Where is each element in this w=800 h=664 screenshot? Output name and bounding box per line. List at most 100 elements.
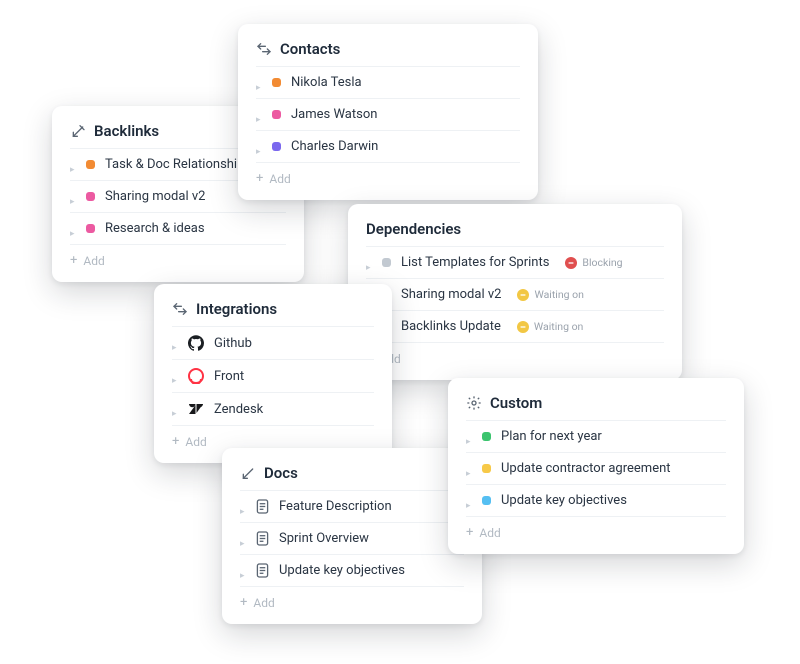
- chevron-right-icon: [366, 260, 372, 266]
- chevron-right-icon: [466, 466, 472, 472]
- item-label: Charles Darwin: [291, 139, 378, 154]
- list-item[interactable]: List Templates for Sprints Blocking: [366, 246, 664, 278]
- document-icon: [256, 563, 269, 578]
- item-label: Plan for next year: [501, 429, 602, 444]
- chevron-right-icon: [256, 112, 262, 118]
- status-marker: [86, 192, 95, 201]
- github-icon: [188, 335, 204, 351]
- add-label: Add: [185, 435, 206, 449]
- document-icon: [256, 499, 269, 514]
- backlink-icon: [70, 123, 86, 139]
- chevron-right-icon: [466, 434, 472, 440]
- list-item[interactable]: James Watson: [256, 98, 520, 130]
- card-header: Integrations: [172, 300, 374, 318]
- status-marker: [482, 496, 491, 505]
- add-label: Add: [269, 172, 290, 186]
- gear-icon: [466, 395, 482, 411]
- list-item[interactable]: Sprint Overview: [240, 522, 464, 554]
- list-item[interactable]: Nikola Tesla: [256, 66, 520, 98]
- dependency-status-label: Waiting on: [534, 320, 584, 333]
- card-title: Dependencies: [366, 220, 461, 238]
- list-item[interactable]: Update contractor agreement: [466, 452, 726, 484]
- status-marker: [482, 464, 491, 473]
- item-label: Sharing modal v2: [401, 287, 501, 302]
- list-item[interactable]: Update key objectives: [466, 484, 726, 516]
- item-label: Sprint Overview: [279, 531, 369, 546]
- card-header: Docs: [240, 464, 464, 482]
- plus-icon: [70, 253, 77, 268]
- list-item[interactable]: Front: [172, 359, 374, 392]
- list-item[interactable]: Charles Darwin: [256, 130, 520, 162]
- status-marker: [482, 432, 491, 441]
- add-button[interactable]: Add: [466, 516, 726, 546]
- status-marker: [86, 160, 95, 169]
- list-item[interactable]: Research & ideas: [70, 212, 286, 244]
- status-marker: [272, 110, 281, 119]
- status-marker: [382, 258, 391, 267]
- add-button[interactable]: Add: [256, 162, 520, 192]
- list-item[interactable]: Github: [172, 326, 374, 359]
- card-title: Contacts: [280, 40, 340, 58]
- card-dependencies: Dependencies List Templates for Sprints …: [348, 204, 682, 380]
- add-button[interactable]: Add: [240, 586, 464, 616]
- waiting-icon: [517, 289, 529, 301]
- item-label: Github: [214, 336, 252, 351]
- item-label: Nikola Tesla: [291, 75, 362, 90]
- plus-icon: [172, 434, 179, 449]
- dependency-status-label: Waiting on: [534, 288, 584, 301]
- card-title: Docs: [264, 464, 298, 482]
- waiting-icon: [517, 321, 529, 333]
- item-label: List Templates for Sprints: [401, 255, 549, 270]
- status-marker: [272, 142, 281, 151]
- list-item[interactable]: Sharing modal v2 Waiting on: [366, 278, 664, 310]
- status-marker: [86, 224, 95, 233]
- item-label: James Watson: [291, 107, 377, 122]
- card-header: Custom: [466, 394, 726, 412]
- list-item[interactable]: Update key objectives: [240, 554, 464, 586]
- list-item[interactable]: Zendesk: [172, 392, 374, 425]
- list-item[interactable]: Backlinks Update Waiting on: [366, 310, 664, 342]
- plus-icon: [256, 171, 263, 186]
- backlink-icon: [240, 465, 256, 481]
- front-icon: [188, 368, 204, 384]
- chevron-right-icon: [466, 498, 472, 504]
- card-title: Integrations: [196, 300, 277, 318]
- item-label: Zendesk: [214, 402, 263, 417]
- item-label: Front: [214, 369, 244, 384]
- add-label: Add: [83, 254, 104, 268]
- add-button[interactable]: Add: [70, 244, 286, 274]
- blocking-icon: [565, 257, 577, 269]
- card-header: Contacts: [256, 40, 520, 58]
- list-item[interactable]: Plan for next year: [466, 420, 726, 452]
- chevron-right-icon: [256, 80, 262, 86]
- add-label: Add: [479, 526, 500, 540]
- dependency-status: Waiting on: [517, 288, 584, 301]
- relationships-icon: [172, 301, 188, 317]
- card-docs: Docs Feature Description Sprint Overview…: [222, 448, 482, 624]
- document-icon: [256, 531, 269, 546]
- chevron-right-icon: [240, 536, 246, 542]
- list-item[interactable]: Feature Description: [240, 490, 464, 522]
- add-button[interactable]: Add: [366, 342, 664, 372]
- card-title: Custom: [490, 394, 542, 412]
- item-label: Task & Doc Relationships: [105, 157, 251, 172]
- chevron-right-icon: [70, 194, 76, 200]
- chevron-right-icon: [256, 144, 262, 150]
- item-label: Backlinks Update: [401, 319, 501, 334]
- status-marker: [272, 78, 281, 87]
- card-contacts: Contacts Nikola Tesla James Watson Charl…: [238, 24, 538, 200]
- card-header: Dependencies: [366, 220, 664, 238]
- item-label: Research & ideas: [105, 221, 205, 236]
- item-label: Feature Description: [279, 499, 392, 514]
- chevron-right-icon: [172, 340, 178, 346]
- chevron-right-icon: [172, 406, 178, 412]
- item-label: Sharing modal v2: [105, 189, 205, 204]
- card-integrations: Integrations Github Front Zendesk Add: [154, 284, 392, 463]
- card-custom: Custom Plan for next year Update contrac…: [448, 378, 744, 554]
- chevron-right-icon: [240, 504, 246, 510]
- item-label: Update key objectives: [501, 493, 627, 508]
- dependency-status-label: Blocking: [582, 256, 622, 269]
- add-label: Add: [253, 596, 274, 610]
- chevron-right-icon: [240, 568, 246, 574]
- item-label: Update contractor agreement: [501, 461, 671, 476]
